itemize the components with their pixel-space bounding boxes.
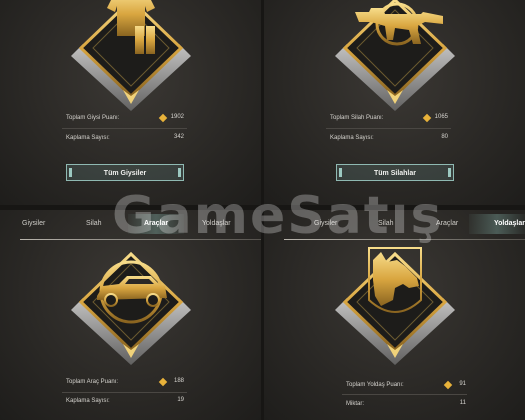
divider bbox=[342, 394, 467, 395]
stat-value: 19 bbox=[177, 397, 184, 403]
stat-row: Kaplama Sayısı: 342 bbox=[0, 133, 261, 145]
stat-value: 80 bbox=[441, 134, 448, 140]
tab-clothing[interactable]: Giysiler bbox=[22, 220, 45, 227]
currency-diamond-icon bbox=[158, 113, 168, 123]
stat-value: 91 bbox=[459, 381, 466, 387]
stat-label: Toplam Giysi Puanı: bbox=[66, 115, 120, 121]
stat-label: Kaplama Sayısı: bbox=[66, 135, 110, 141]
stat-value: 11 bbox=[459, 400, 466, 406]
currency-diamond-icon bbox=[158, 377, 168, 387]
vehicles-emblem bbox=[70, 251, 191, 365]
stat-row: Toplam Yoldaş Puanı: 91 bbox=[264, 380, 525, 392]
all-clothing-button[interactable]: Tüm Giysiler bbox=[66, 164, 184, 181]
stat-label: Toplam Silah Puanı: bbox=[330, 115, 384, 121]
clothing-emblem bbox=[70, 0, 191, 111]
stat-row: Toplam Giysi Puanı: 1902 bbox=[0, 113, 261, 125]
currency-diamond-icon bbox=[422, 113, 432, 123]
companions-emblem bbox=[334, 247, 455, 365]
stat-label: Kaplama Sayısı: bbox=[330, 135, 374, 141]
divider bbox=[326, 128, 451, 129]
stat-row: Miktar: 11 bbox=[264, 399, 525, 411]
weapons-panel: Toplam Silah Puanı: 1065 Kaplama Sayısı:… bbox=[264, 0, 525, 205]
stat-row: Toplam Silah Puanı: 1065 bbox=[264, 113, 525, 125]
all-weapons-button[interactable]: Tüm Silahlar bbox=[336, 164, 454, 181]
tab-companions[interactable]: Yoldaşlar bbox=[494, 220, 525, 227]
stat-label: Kaplama Sayısı: bbox=[66, 398, 110, 404]
watermark: GameSatış bbox=[112, 186, 444, 246]
stat-label: Miktar: bbox=[346, 401, 364, 407]
stat-value: 1902 bbox=[170, 114, 184, 120]
stat-value: 188 bbox=[173, 378, 184, 384]
stat-row: Kaplama Sayısı: 80 bbox=[264, 133, 525, 145]
weapons-emblem bbox=[334, 0, 455, 111]
divider bbox=[62, 392, 187, 393]
stat-value: 1065 bbox=[434, 114, 448, 120]
clothing-panel: Toplam Giysi Puanı: 1902 Kaplama Sayısı:… bbox=[0, 0, 261, 205]
stat-label: Toplam Yoldaş Puanı: bbox=[346, 382, 404, 388]
stat-row: Toplam Araç Puanı: 188 bbox=[0, 377, 261, 389]
divider bbox=[62, 128, 187, 129]
stat-row: Kaplama Sayısı: 19 bbox=[0, 396, 261, 408]
stat-value: 342 bbox=[173, 134, 184, 140]
currency-diamond-icon bbox=[443, 380, 453, 390]
tab-weapons[interactable]: Silah bbox=[86, 220, 102, 227]
stat-label: Toplam Araç Puanı: bbox=[66, 379, 119, 385]
